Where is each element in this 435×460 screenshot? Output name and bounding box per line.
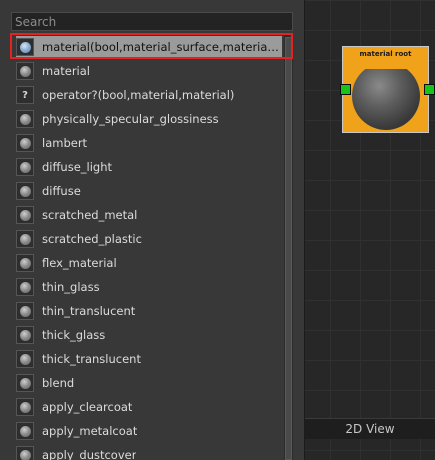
list-item[interactable]: diffuse_light [16,156,282,178]
sphere-icon [16,182,34,200]
sphere-shape [19,65,31,77]
sphere-shape [19,161,31,173]
sphere-shape [19,305,31,317]
list-item-label: physically_specular_glossiness [42,112,219,126]
sphere-icon [16,254,34,272]
sphere-icon [16,302,34,320]
sphere-shape [19,185,31,197]
sphere-shape [19,425,31,437]
sphere-icon [16,326,34,344]
list-item[interactable]: apply_metalcoat [16,420,282,442]
sphere-shape [19,329,31,341]
list-item[interactable]: thin_translucent [16,300,282,322]
sphere-shape [19,113,31,125]
list-item-label: apply_clearcoat [42,400,133,414]
list-item-label: diffuse [42,184,81,198]
list-item[interactable]: lambert [16,132,282,154]
list-item-label: flex_material [42,256,117,270]
sphere-shape [19,353,31,365]
list-item-label: thin_translucent [42,304,136,318]
list-item[interactable]: physically_specular_glossiness [16,108,282,130]
sphere-shape [19,41,31,53]
sphere-icon [16,350,34,368]
node-title: material root [359,50,412,58]
sphere-icon [16,134,34,152]
list-item-label: lambert [42,136,88,150]
list-item-label: thick_glass [42,328,106,342]
sphere-icon [16,446,34,460]
sphere-icon [16,62,34,80]
material-root-node[interactable]: material root [342,46,429,133]
list-item[interactable]: scratched_plastic [16,228,282,250]
list-item[interactable]: thick_glass [16,324,282,346]
node-header-band [349,61,423,69]
tab-2d-view[interactable]: 2D View [305,418,435,439]
question-mark-glyph: ? [22,89,28,101]
list-item[interactable]: material [16,60,282,82]
list-item-label: apply_dustcover [42,448,137,460]
list-item-label: thin_glass [42,280,100,294]
sphere-icon [16,398,34,416]
scrollbar-thumb[interactable] [285,37,292,460]
list-item-label: scratched_metal [42,208,138,222]
input-port[interactable] [340,84,351,95]
list-item-label: material [42,64,90,78]
sphere-shape [19,257,31,269]
list-item[interactable]: scratched_metal [16,204,282,226]
list-item-label: thick_translucent [42,352,141,366]
list-item-label: operator?(bool,material,material) [42,88,235,102]
list-item[interactable]: thick_translucent [16,348,282,370]
list-item[interactable]: material(bool,material_surface,material_… [16,36,282,58]
sphere-icon [16,374,34,392]
sphere-icon [16,110,34,128]
list-item-label: diffuse_light [42,160,113,174]
sphere-icon [16,158,34,176]
list-item-label: material(bool,material_surface,material_… [42,40,282,54]
sphere-shape [19,137,31,149]
list-item-label: apply_metalcoat [42,424,138,438]
sphere-shape [19,233,31,245]
question-icon: ? [16,86,34,104]
sphere-shape [19,449,31,460]
material-preview-sphere [352,62,420,130]
list-item[interactable]: diffuse [16,180,282,202]
node-search-popup: material(bool,material_surface,material_… [0,0,305,460]
list-item[interactable]: ? operator?(bool,material,material) [16,84,282,106]
sphere-icon [16,278,34,296]
list-item-label: blend [42,376,75,390]
output-port[interactable] [424,84,435,95]
list-item-label: scratched_plastic [42,232,142,246]
list-scrollbar[interactable] [284,35,293,460]
node-list: material(bool,material_surface,material_… [11,35,283,460]
list-item[interactable]: apply_dustcover [16,444,282,460]
list-item[interactable]: apply_clearcoat [16,396,282,418]
list-item[interactable]: thin_glass [16,276,282,298]
sphere-shape [19,281,31,293]
sphere-icon [16,38,34,56]
list-item[interactable]: flex_material [16,252,282,274]
sphere-icon [16,206,34,224]
sphere-shape [19,401,31,413]
sphere-icon [16,422,34,440]
sphere-shape [19,209,31,221]
sphere-shape [19,377,31,389]
list-item[interactable]: blend [16,372,282,394]
search-input[interactable] [11,12,293,31]
sphere-icon [16,230,34,248]
